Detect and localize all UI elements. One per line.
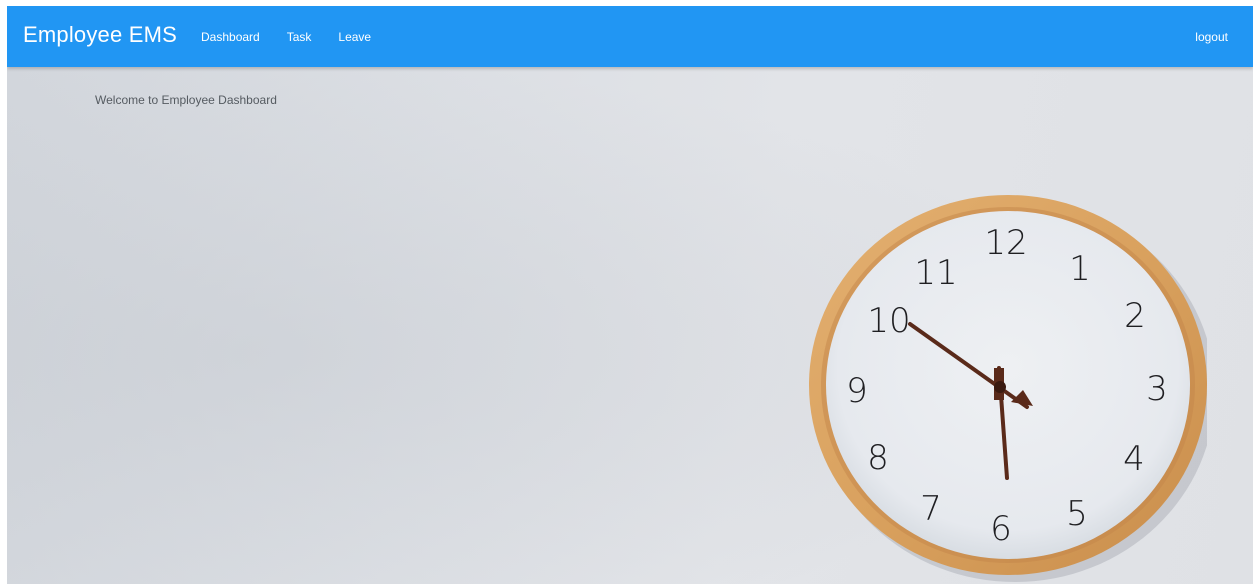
clock-number-2: 2 [1124,296,1146,336]
clock-number-11: 11 [914,253,957,293]
clock-center-pin [994,381,1006,393]
brand-link[interactable]: Employee EMS [23,22,177,48]
clock-number-12: 12 [984,223,1027,263]
clock-number-5: 5 [1066,494,1088,534]
app-frame: Employee EMS Dashboard Task Leave logout… [7,6,1253,584]
clock-number-3: 3 [1146,369,1168,409]
nav-link-leave[interactable]: Leave [338,30,371,44]
logout-link[interactable]: logout [1195,30,1228,44]
clock-number-1: 1 [1069,249,1091,289]
welcome-message: Welcome to Employee Dashboard [95,93,277,107]
nav-links: Dashboard Task Leave [201,30,398,44]
wall-clock-image: 12 1 2 3 4 5 6 7 8 9 10 11 [805,192,1207,582]
clock-number-8: 8 [867,438,889,478]
clock-number-7: 7 [920,489,942,529]
clock-number-9: 9 [846,371,868,411]
clock-svg: 121234567891011 [809,195,1207,582]
clock-face [826,211,1190,559]
top-navbar: Employee EMS Dashboard Task Leave logout [7,6,1253,67]
clock-number-10: 10 [867,301,910,341]
clock-number-4: 4 [1123,439,1145,479]
nav-link-dashboard[interactable]: Dashboard [201,30,260,44]
nav-link-task[interactable]: Task [287,30,312,44]
clock-number-6: 6 [990,509,1012,549]
